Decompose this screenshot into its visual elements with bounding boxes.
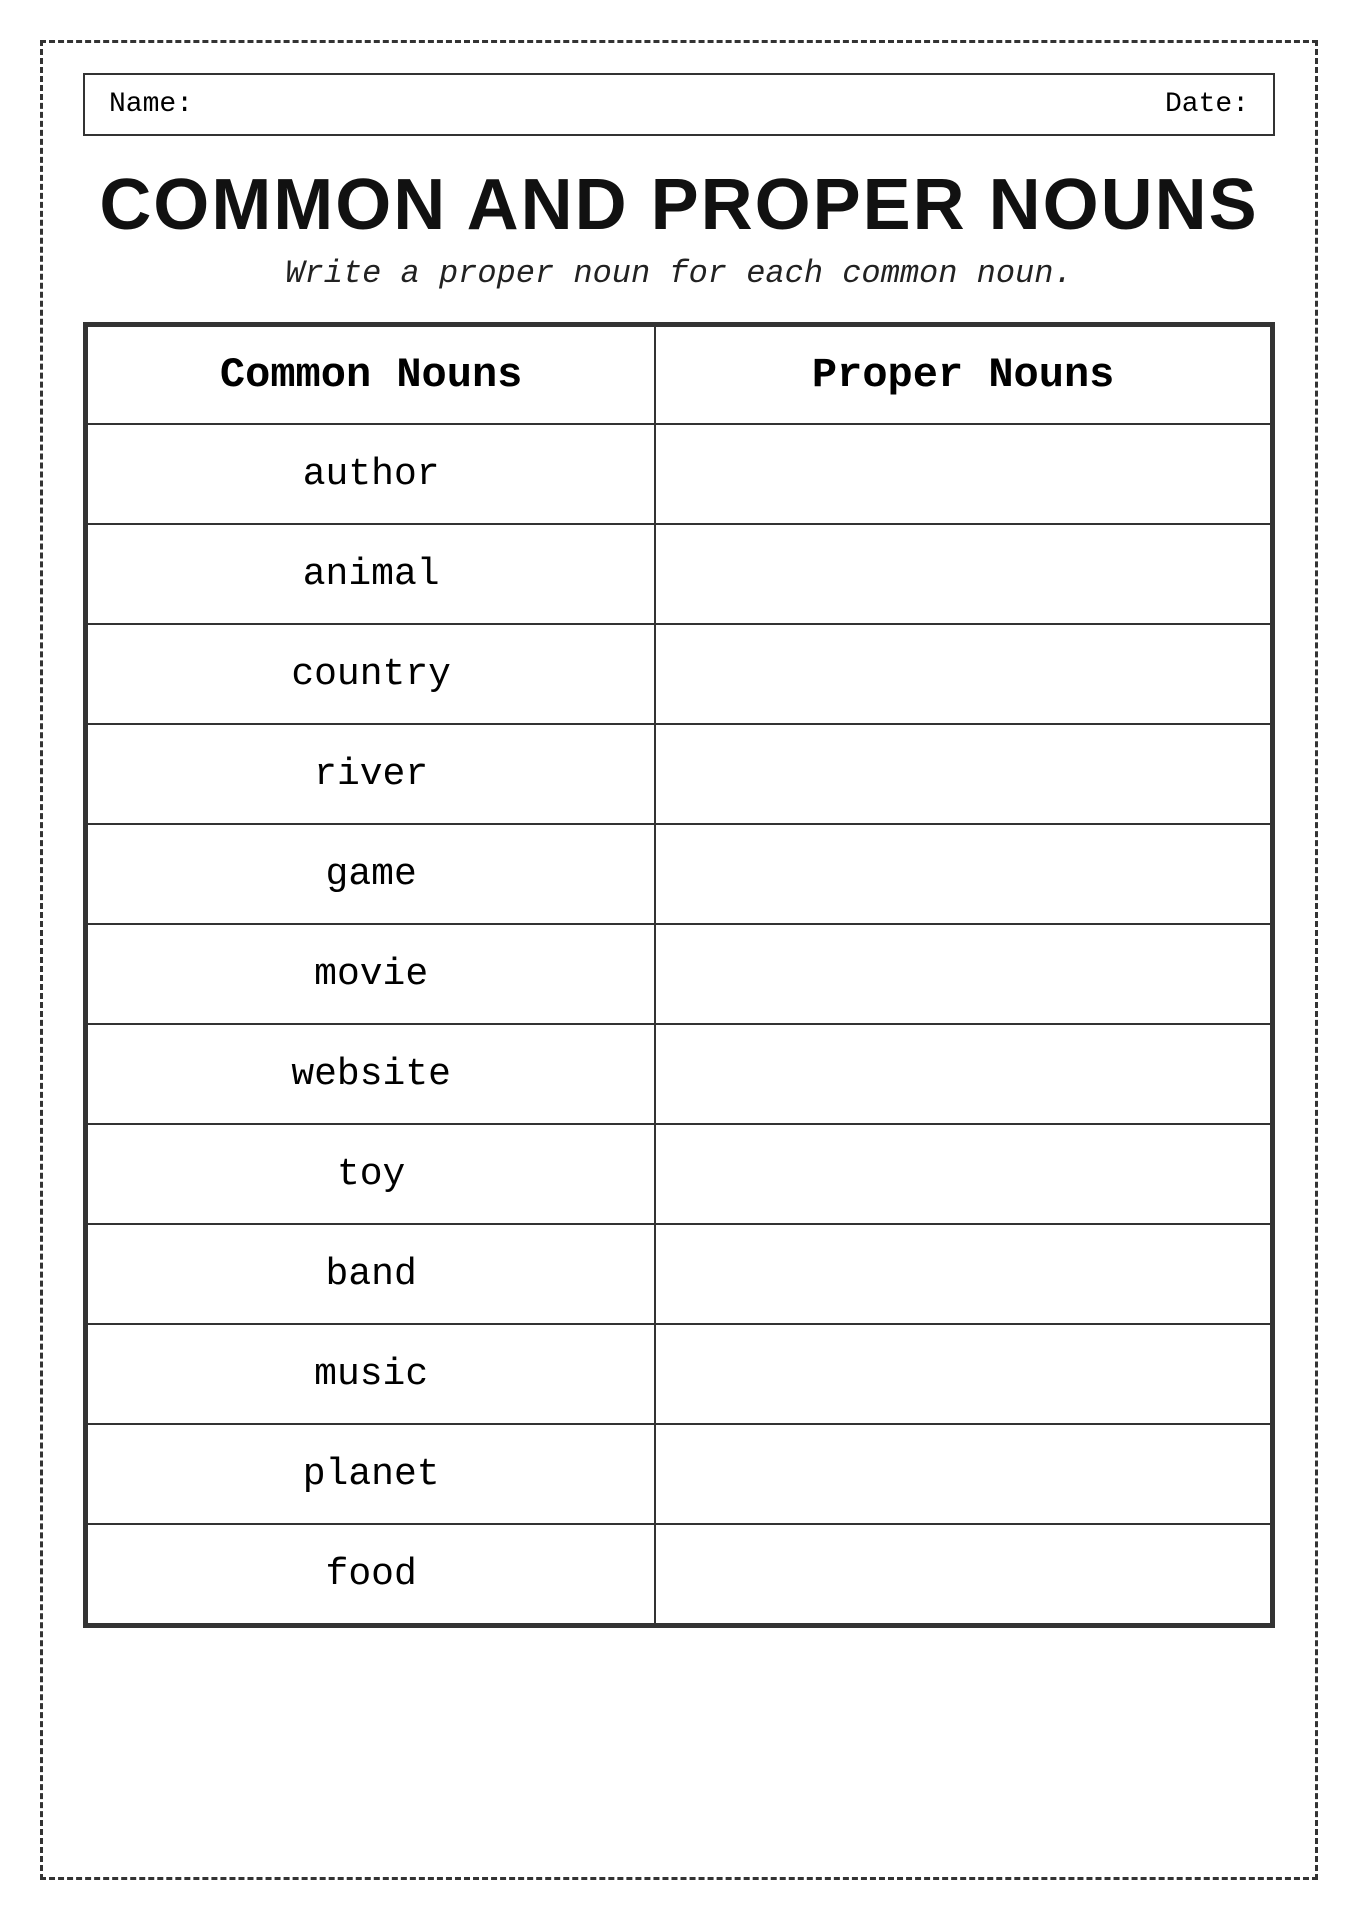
common-noun-cell: river <box>87 724 655 824</box>
common-noun-cell: band <box>87 1224 655 1324</box>
page: Name: Date: COMMON AND PROPER NOUNS Writ… <box>0 0 1358 1920</box>
table-row: game <box>87 824 1271 924</box>
proper-noun-cell[interactable] <box>655 1124 1271 1224</box>
name-date-row: Name: Date: <box>83 73 1275 136</box>
proper-noun-cell[interactable] <box>655 1324 1271 1424</box>
main-title: COMMON AND PROPER NOUNS <box>83 166 1275 245</box>
proper-noun-cell[interactable] <box>655 1424 1271 1524</box>
common-noun-cell: music <box>87 1324 655 1424</box>
proper-noun-cell[interactable] <box>655 824 1271 924</box>
col-proper-nouns-header: Proper Nouns <box>655 326 1271 424</box>
proper-noun-cell[interactable] <box>655 424 1271 524</box>
proper-noun-cell[interactable] <box>655 1024 1271 1124</box>
table-row: author <box>87 424 1271 524</box>
proper-noun-cell[interactable] <box>655 524 1271 624</box>
table-row: toy <box>87 1124 1271 1224</box>
noun-table: Common Nouns Proper Nouns authoranimalco… <box>86 325 1272 1625</box>
name-label: Name: <box>109 89 193 120</box>
proper-noun-cell[interactable] <box>655 1224 1271 1324</box>
outer-border: Name: Date: COMMON AND PROPER NOUNS Writ… <box>40 40 1318 1880</box>
table-row: planet <box>87 1424 1271 1524</box>
table-row: band <box>87 1224 1271 1324</box>
table-row: river <box>87 724 1271 824</box>
subtitle: Write a proper noun for each common noun… <box>83 255 1275 292</box>
table-row: website <box>87 1024 1271 1124</box>
common-noun-cell: toy <box>87 1124 655 1224</box>
proper-noun-cell[interactable] <box>655 1524 1271 1624</box>
common-noun-cell: country <box>87 624 655 724</box>
table-row: music <box>87 1324 1271 1424</box>
proper-noun-cell[interactable] <box>655 624 1271 724</box>
table-header-row: Common Nouns Proper Nouns <box>87 326 1271 424</box>
table-row: movie <box>87 924 1271 1024</box>
proper-noun-cell[interactable] <box>655 924 1271 1024</box>
common-noun-cell: movie <box>87 924 655 1024</box>
common-noun-cell: website <box>87 1024 655 1124</box>
date-label: Date: <box>1165 89 1249 120</box>
common-noun-cell: food <box>87 1524 655 1624</box>
common-noun-cell: planet <box>87 1424 655 1524</box>
table-container: Common Nouns Proper Nouns authoranimalco… <box>83 322 1275 1628</box>
col-common-nouns-header: Common Nouns <box>87 326 655 424</box>
table-row: food <box>87 1524 1271 1624</box>
common-noun-cell: animal <box>87 524 655 624</box>
common-noun-cell: game <box>87 824 655 924</box>
table-row: animal <box>87 524 1271 624</box>
table-row: country <box>87 624 1271 724</box>
proper-noun-cell[interactable] <box>655 724 1271 824</box>
common-noun-cell: author <box>87 424 655 524</box>
